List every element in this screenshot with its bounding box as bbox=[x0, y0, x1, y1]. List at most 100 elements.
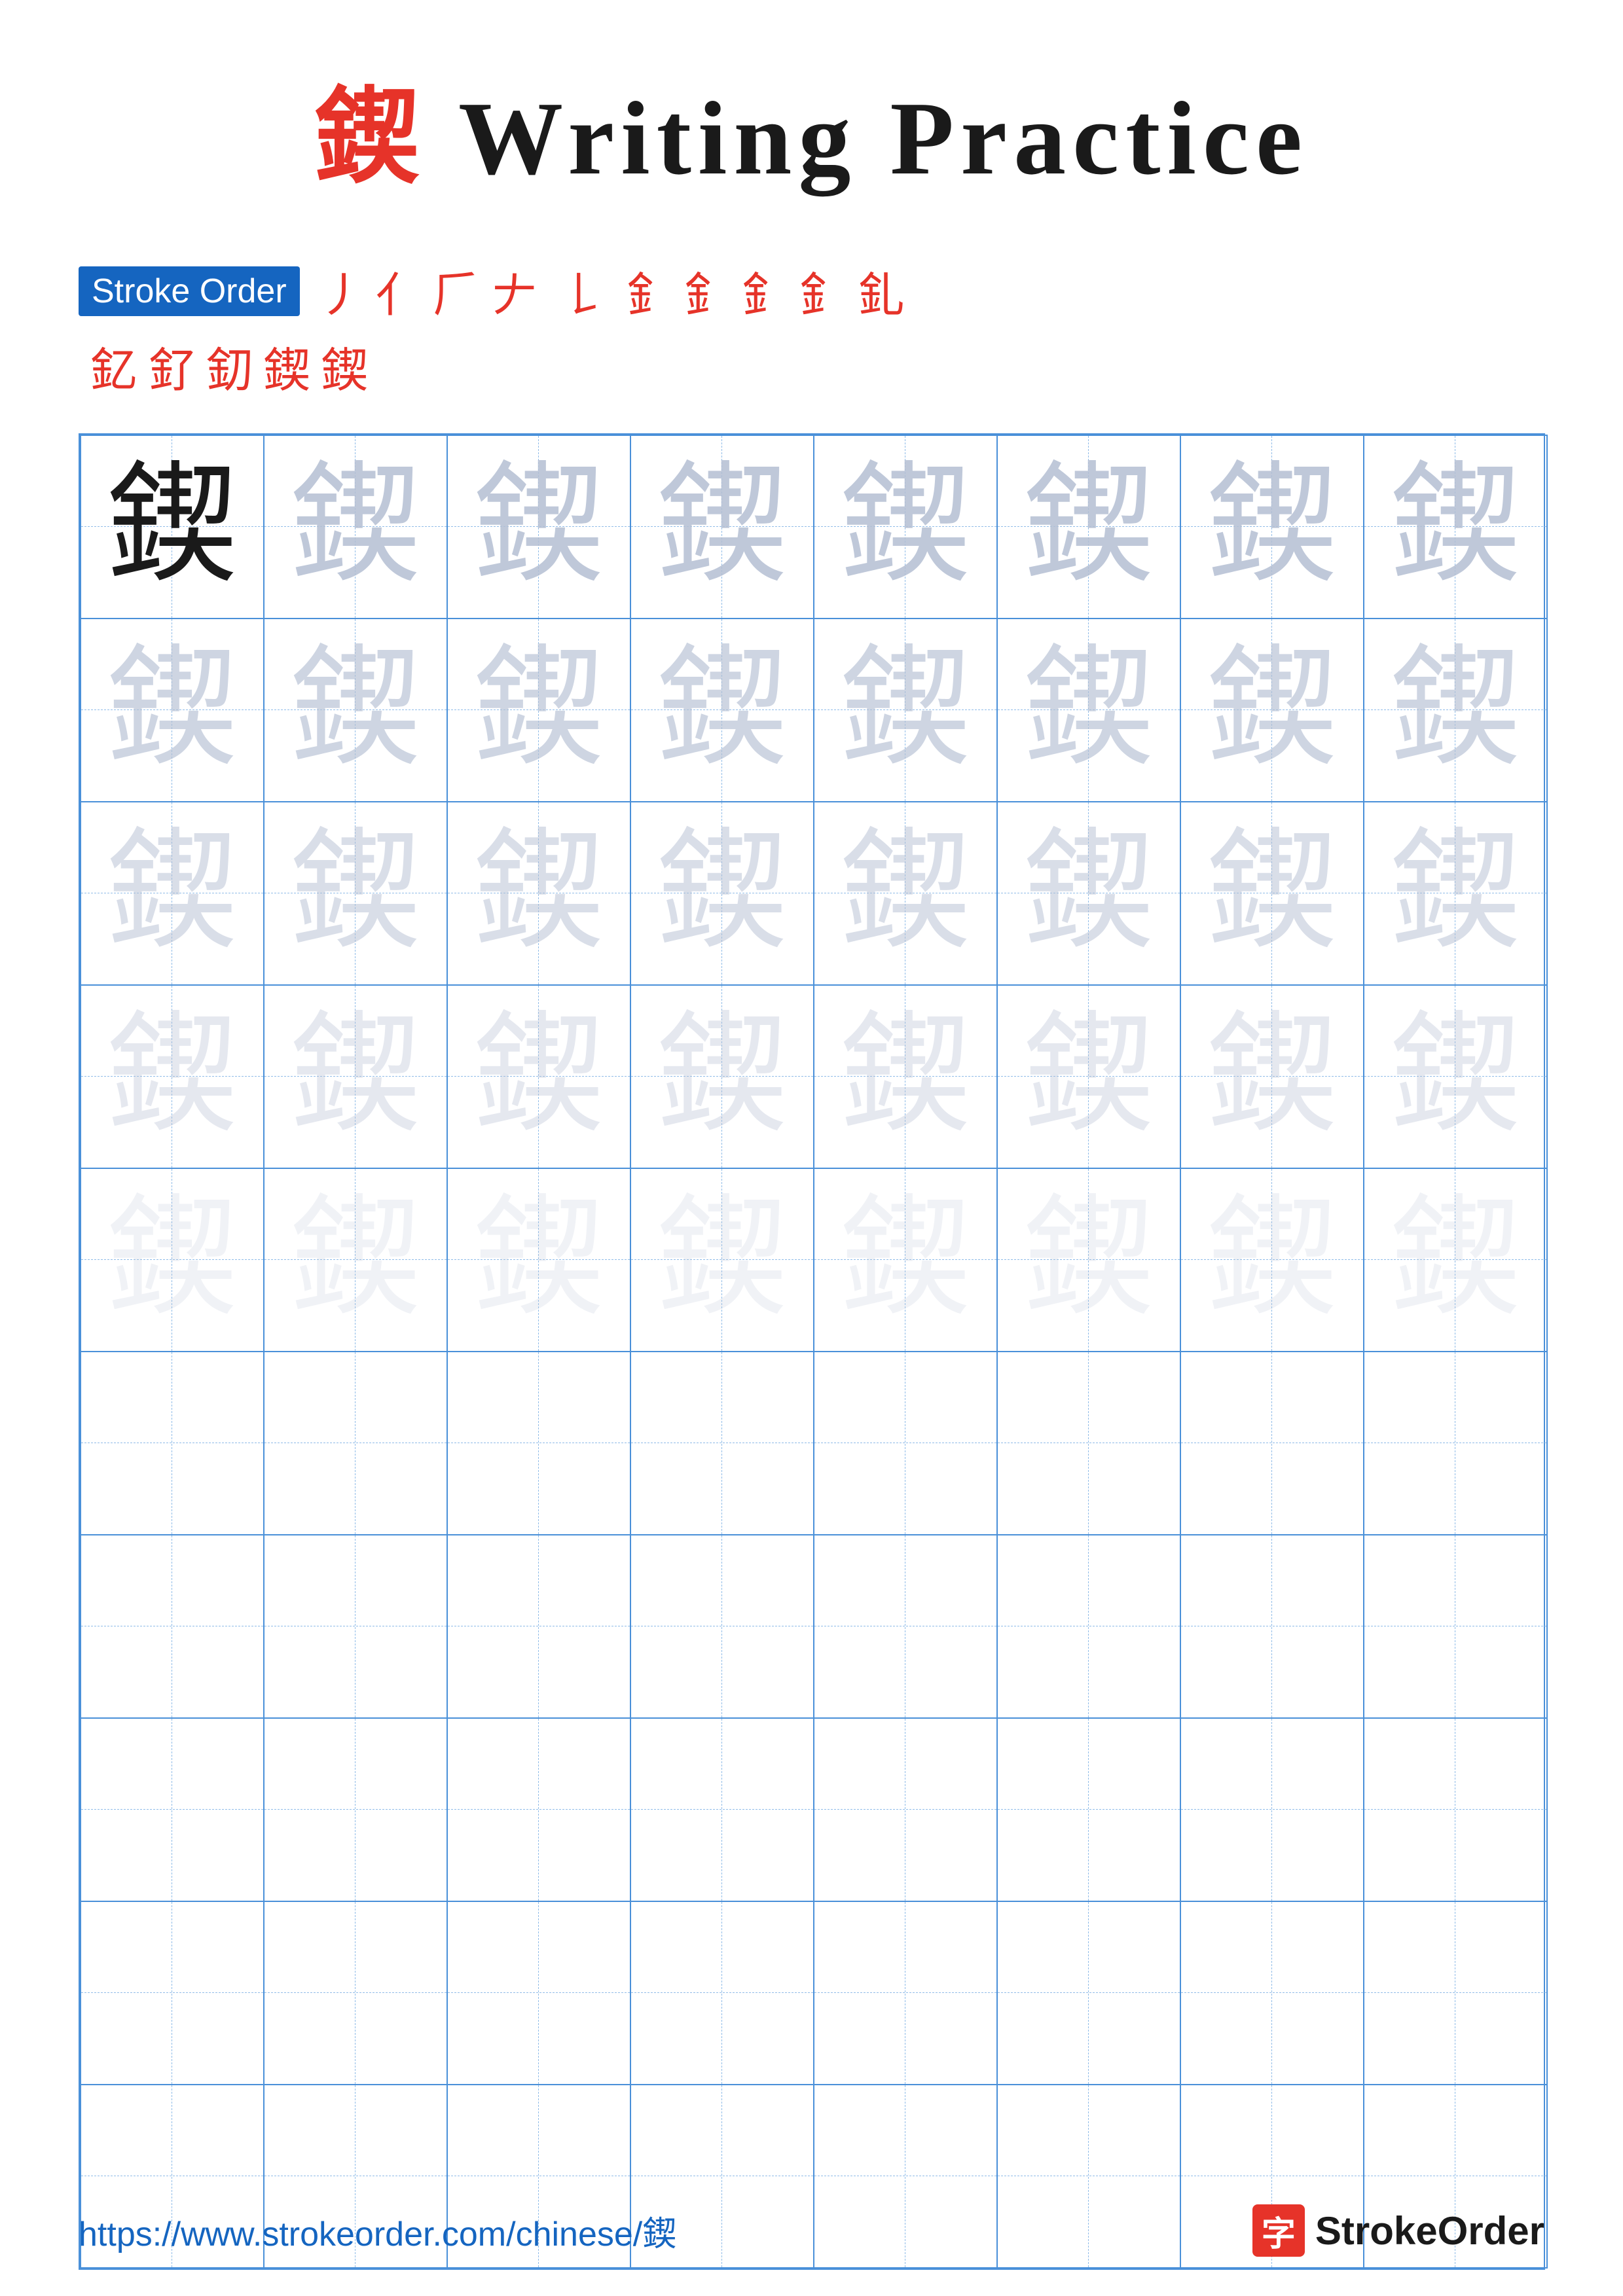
grid-cell-r7c1[interactable] bbox=[81, 1535, 264, 1718]
stroke-step-8: 釒 bbox=[627, 257, 674, 325]
grid-cell-r9c8[interactable] bbox=[1364, 1901, 1547, 2085]
grid-cell-r8c7[interactable] bbox=[1180, 1718, 1364, 1901]
grid-cell-r2c5[interactable]: 鍥 bbox=[814, 619, 997, 802]
grid-cell-r3c2[interactable]: 鍥 bbox=[264, 802, 447, 985]
grid-cell-r8c4[interactable] bbox=[630, 1718, 814, 1901]
char-guide: 鍥 bbox=[1389, 637, 1520, 782]
grid-cell-r3c6[interactable]: 鍥 bbox=[997, 802, 1180, 985]
char-guide: 鍥 bbox=[289, 821, 420, 965]
grid-cell-r1c6[interactable]: 鍥 bbox=[997, 435, 1180, 619]
grid-cell-r3c3[interactable]: 鍥 bbox=[447, 802, 630, 985]
grid-cell-r8c6[interactable] bbox=[997, 1718, 1180, 1901]
grid-cell-r8c5[interactable] bbox=[814, 1718, 997, 1901]
grid-cell-r4c2[interactable]: 鍥 bbox=[264, 985, 447, 1168]
char-guide: 鍥 bbox=[839, 1004, 970, 1149]
grid-cell-r3c5[interactable]: 鍥 bbox=[814, 802, 997, 985]
char-guide: 鍥 bbox=[1206, 1187, 1337, 1332]
grid-cell-r3c4[interactable]: 鍥 bbox=[630, 802, 814, 985]
char-guide: 鍥 bbox=[106, 1004, 237, 1149]
char-guide: 鍥 bbox=[106, 821, 237, 965]
grid-cell-r8c8[interactable] bbox=[1364, 1718, 1547, 1901]
grid-cell-r2c1[interactable]: 鍥 bbox=[81, 619, 264, 802]
grid-cell-r8c3[interactable] bbox=[447, 1718, 630, 1901]
grid-cell-r4c3[interactable]: 鍥 bbox=[447, 985, 630, 1168]
grid-cell-r6c8[interactable] bbox=[1364, 1352, 1547, 1535]
grid-cell-r5c3[interactable]: 鍥 bbox=[447, 1168, 630, 1352]
grid-cell-r6c7[interactable] bbox=[1180, 1352, 1364, 1535]
grid-cell-r4c4[interactable]: 鍥 bbox=[630, 985, 814, 1168]
grid-cell-r7c2[interactable] bbox=[264, 1535, 447, 1718]
grid-cell-r3c7[interactable]: 鍥 bbox=[1180, 802, 1364, 985]
grid-cell-r5c5[interactable]: 鍥 bbox=[814, 1168, 997, 1352]
grid-cell-r1c2[interactable]: 鍥 bbox=[264, 435, 447, 619]
grid-cell-r7c7[interactable] bbox=[1180, 1535, 1364, 1718]
grid-cell-r7c5[interactable] bbox=[814, 1535, 997, 1718]
grid-cell-r6c1[interactable] bbox=[81, 1352, 264, 1535]
grid-cell-r9c5[interactable] bbox=[814, 1901, 997, 2085]
grid-cell-r9c1[interactable] bbox=[81, 1901, 264, 2085]
char-guide: 鍥 bbox=[839, 1187, 970, 1332]
stroke-order-row-2: 釔 釕 釖 鍥 鍥 bbox=[79, 332, 1544, 401]
grid-cell-r3c1[interactable]: 鍥 bbox=[81, 802, 264, 985]
stroke-step-17: 鍥 bbox=[321, 332, 368, 401]
grid-cell-r9c7[interactable] bbox=[1180, 1901, 1364, 2085]
grid-cell-r5c1[interactable]: 鍥 bbox=[81, 1168, 264, 1352]
grid-row-2: 鍥 鍥 鍥 鍥 鍥 鍥 鍥 bbox=[81, 619, 1547, 802]
grid-cell-r1c8[interactable]: 鍥 bbox=[1364, 435, 1547, 619]
grid-cell-r5c6[interactable]: 鍥 bbox=[997, 1168, 1180, 1352]
char-guide: 鍥 bbox=[1023, 821, 1154, 965]
char-guide: 鍥 bbox=[473, 454, 604, 599]
grid-cell-r5c4[interactable]: 鍥 bbox=[630, 1168, 814, 1352]
grid-cell-r6c3[interactable] bbox=[447, 1352, 630, 1535]
grid-cell-r8c1[interactable] bbox=[81, 1718, 264, 1901]
grid-cell-r4c5[interactable]: 鍥 bbox=[814, 985, 997, 1168]
grid-cell-r9c3[interactable] bbox=[447, 1901, 630, 2085]
stroke-step-2: 亻 bbox=[376, 257, 423, 325]
grid-cell-r6c6[interactable] bbox=[997, 1352, 1180, 1535]
grid-cell-r8c2[interactable] bbox=[264, 1718, 447, 1901]
grid-cell-r4c6[interactable]: 鍥 bbox=[997, 985, 1180, 1168]
grid-cell-r2c6[interactable]: 鍥 bbox=[997, 619, 1180, 802]
footer-url[interactable]: https://www.strokeorder.com/chinese/鍥 bbox=[79, 2206, 676, 2255]
char-guide: 鍥 bbox=[839, 454, 970, 599]
char-guide: 鍥 bbox=[473, 1004, 604, 1149]
char-guide: 鍥 bbox=[473, 637, 604, 782]
char-guide: 鍥 bbox=[656, 1004, 787, 1149]
grid-cell-r1c7[interactable]: 鍥 bbox=[1180, 435, 1364, 619]
grid-cell-r5c7[interactable]: 鍥 bbox=[1180, 1168, 1364, 1352]
grid-cell-r7c6[interactable] bbox=[997, 1535, 1180, 1718]
stroke-order-row-1: Stroke Order 丿 亻 𠂆 𠂇 𠄋 𠄌 𠄍 釒 釒 釒 釒 釓 bbox=[79, 257, 1544, 325]
char-guide: 鍥 bbox=[1206, 637, 1337, 782]
grid-cell-r1c5[interactable]: 鍥 bbox=[814, 435, 997, 619]
grid-cell-r1c3[interactable]: 鍥 bbox=[447, 435, 630, 619]
char-guide: 鍥 bbox=[289, 1004, 420, 1149]
grid-cell-r5c8[interactable]: 鍥 bbox=[1364, 1168, 1547, 1352]
grid-cell-r4c7[interactable]: 鍥 bbox=[1180, 985, 1364, 1168]
grid-cell-r2c4[interactable]: 鍥 bbox=[630, 619, 814, 802]
grid-cell-r7c4[interactable] bbox=[630, 1535, 814, 1718]
grid-row-6 bbox=[81, 1352, 1547, 1535]
grid-cell-r6c4[interactable] bbox=[630, 1352, 814, 1535]
grid-cell-r9c6[interactable] bbox=[997, 1901, 1180, 2085]
grid-cell-r2c2[interactable]: 鍥 bbox=[264, 619, 447, 802]
grid-cell-r2c3[interactable]: 鍥 bbox=[447, 619, 630, 802]
grid-cell-r7c3[interactable] bbox=[447, 1535, 630, 1718]
grid-cell-r5c2[interactable]: 鍥 bbox=[264, 1168, 447, 1352]
char-guide: 鍥 bbox=[839, 821, 970, 965]
char-guide: 鍥 bbox=[1023, 454, 1154, 599]
grid-cell-r4c1[interactable]: 鍥 bbox=[81, 985, 264, 1168]
grid-cell-r1c4[interactable]: 鍥 bbox=[630, 435, 814, 619]
grid-cell-r3c8[interactable]: 鍥 bbox=[1364, 802, 1547, 985]
grid-cell-r1c1[interactable]: 鍥 bbox=[81, 435, 264, 619]
grid-cell-r6c5[interactable] bbox=[814, 1352, 997, 1535]
grid-cell-r6c2[interactable] bbox=[264, 1352, 447, 1535]
grid-cell-r2c7[interactable]: 鍥 bbox=[1180, 619, 1364, 802]
grid-cell-r9c2[interactable] bbox=[264, 1901, 447, 2085]
stroke-step-16: 鍥 bbox=[263, 332, 310, 401]
grid-cell-r9c4[interactable] bbox=[630, 1901, 814, 2085]
grid-cell-r7c8[interactable] bbox=[1364, 1535, 1547, 1718]
title-character: 鍥 bbox=[314, 80, 426, 196]
stroke-step-1: 丿 bbox=[318, 257, 365, 325]
grid-cell-r2c8[interactable]: 鍥 bbox=[1364, 619, 1547, 802]
grid-cell-r4c8[interactable]: 鍥 bbox=[1364, 985, 1547, 1168]
